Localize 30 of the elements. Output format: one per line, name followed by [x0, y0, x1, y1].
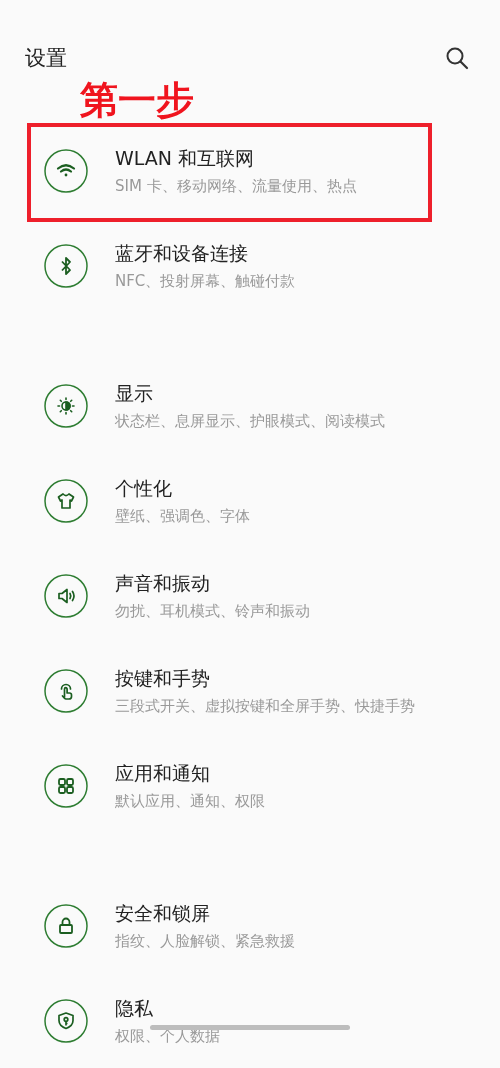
setting-description: SIM 卡、移动网络、流量使用、热点 — [115, 175, 357, 197]
wifi-icon — [44, 148, 88, 193]
setting-title[interactable]: 按键和手势 — [115, 664, 415, 691]
setting-title[interactable]: 应用和通知 — [115, 759, 265, 786]
setting-title[interactable]: 隐私 — [115, 994, 220, 1021]
page-title: 设置 — [25, 45, 67, 72]
search-icon[interactable] — [445, 46, 469, 70]
shield-icon — [44, 998, 88, 1043]
setting-title[interactable]: 个性化 — [115, 474, 250, 501]
lock-icon — [44, 903, 88, 948]
bluetooth-icon — [44, 243, 88, 288]
setting-description: 默认应用、通知、权限 — [115, 790, 265, 812]
step-annotation: 第一步 — [80, 77, 194, 122]
setting-title[interactable]: 显示 — [115, 379, 385, 406]
setting-title[interactable]: 安全和锁屏 — [115, 899, 295, 926]
setting-title[interactable]: WLAN 和互联网 — [115, 144, 357, 171]
brightness-icon — [44, 383, 88, 428]
setting-description: 指纹、人脸解锁、紧急救援 — [115, 930, 295, 952]
setting-description: 状态栏、息屏显示、护眼模式、阅读模式 — [115, 410, 385, 432]
speaker-icon — [44, 573, 88, 618]
setting-description: 勿扰、耳机模式、铃声和振动 — [115, 600, 310, 622]
setting-description: 权限、个人数据 — [115, 1025, 220, 1047]
setting-description: NFC、投射屏幕、触碰付款 — [115, 270, 296, 292]
setting-description: 三段式开关、虚拟按键和全屏手势、快捷手势 — [115, 695, 415, 717]
grid-icon — [44, 763, 88, 808]
setting-title[interactable]: 蓝牙和设备连接 — [115, 239, 296, 266]
shirt-icon — [44, 478, 88, 523]
hand-icon — [44, 668, 88, 713]
setting-description: 壁纸、强调色、字体 — [115, 505, 250, 527]
setting-title[interactable]: 声音和振动 — [115, 569, 310, 596]
